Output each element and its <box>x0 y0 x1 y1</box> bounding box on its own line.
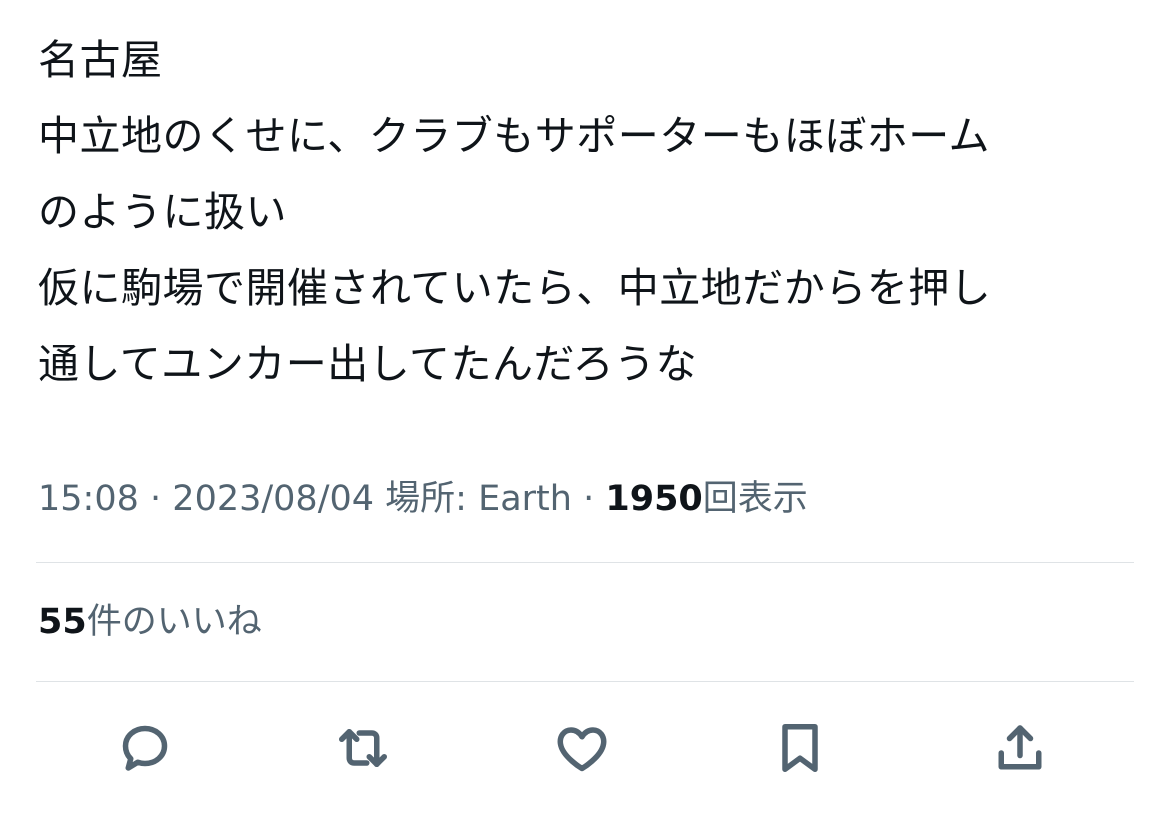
reply-button[interactable] <box>107 710 183 786</box>
share-icon <box>998 725 1042 770</box>
meta-separator: · <box>150 479 162 519</box>
like-button[interactable] <box>544 710 620 786</box>
tweet-text-line: 中立地のくせに、クラブもサポーターもほぼホーム <box>38 112 991 160</box>
retweet-button[interactable] <box>325 710 401 786</box>
reply-icon <box>122 725 168 771</box>
tweet-metadata: 15:08 · 2023/08/04 場所: Earth · 1950回表示 <box>38 474 808 524</box>
share-button[interactable] <box>982 710 1058 786</box>
tweet-time[interactable]: 15:08 <box>38 479 139 519</box>
likes-summary[interactable]: 55件のいいね <box>38 597 262 647</box>
divider <box>36 681 1134 682</box>
tweet-location: 場所: Earth <box>385 479 572 519</box>
tweet-text: 名古屋 中立地のくせに、クラブもサポーターもほぼホーム のように扱い 仮に駒場で… <box>38 22 1148 402</box>
action-bar <box>0 710 1170 786</box>
bookmark-icon <box>782 724 818 772</box>
tweet-text-line: 名古屋 <box>38 36 163 84</box>
tweet-text-line: 仮に駒場で開催されていたら、中立地だからを押し <box>38 264 992 312</box>
like-icon <box>557 727 607 772</box>
tweet-text-line: 通してユンカー出してたんだろうな <box>38 340 698 388</box>
views-count: 1950 <box>605 479 703 519</box>
views-label: 回表示 <box>702 479 808 519</box>
likes-label: 件のいいね <box>86 602 262 642</box>
tweet-date[interactable]: 2023/08/04 <box>172 479 374 519</box>
tweet-text-line: のように扱い <box>38 188 287 236</box>
retweet-icon <box>339 729 387 767</box>
meta-separator: · <box>583 479 595 519</box>
likes-count: 55 <box>38 602 87 642</box>
bookmark-button[interactable] <box>762 710 838 786</box>
divider <box>36 562 1134 563</box>
